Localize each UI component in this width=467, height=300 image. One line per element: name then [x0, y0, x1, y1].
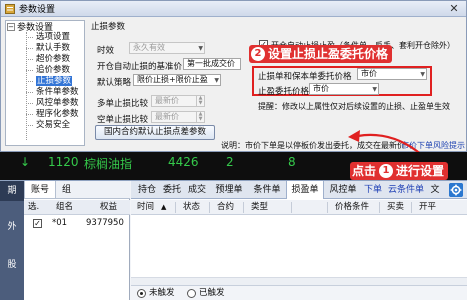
chevron-down-icon: ▼: [198, 45, 203, 52]
step-number: 1: [379, 164, 394, 178]
chevron-down-icon: ▼: [214, 77, 219, 84]
tab-risk-control[interactable]: 风控单: [325, 181, 361, 199]
multi-compare-label: 多单止损比较: [97, 99, 149, 109]
tree-item-options[interactable]: 选项设置: [6, 32, 84, 43]
callout-text: 进行设置: [396, 163, 445, 178]
spinner-icon: ▲ ▼: [196, 112, 204, 122]
radio-untriggered[interactable]: [137, 289, 146, 298]
table-row[interactable]: ✓ *01 9377950: [24, 216, 130, 231]
tree-item-default-lots[interactable]: 默认手数: [6, 43, 84, 54]
tp-order-label: 止盈委托价格: [258, 87, 310, 97]
radio-triggered[interactable]: [187, 289, 196, 298]
spinner-icon: ▲ ▼: [196, 96, 204, 106]
callout-step-1: 点击 1 进行设置: [350, 162, 449, 180]
tab-more[interactable]: 文: [429, 181, 441, 199]
tab-stock[interactable]: 股: [0, 255, 24, 275]
tp-order-select[interactable]: 市价 ▼: [309, 83, 379, 95]
tab-place-order[interactable]: 下单: [362, 181, 384, 199]
short-compare-label: 空单止损比较: [97, 115, 149, 125]
col-price-condition: 价格条件: [335, 202, 370, 212]
tab-account[interactable]: 账号: [24, 181, 57, 198]
benchmark-select[interactable]: 第一批成交价: [183, 58, 241, 70]
trade-panel: 期 外 股 账号 组 选. 组名 权益 ✓ *01 9377950 持仓 委托 …: [0, 162, 467, 300]
order-tabs: 持仓 委托 成交 预埋单 条件单 损盈单 风控单 下单 云条件单 文: [131, 181, 467, 199]
row-name: *01: [52, 218, 68, 228]
chevron-down-icon: ▼: [420, 71, 425, 78]
multi-compare-select[interactable]: 最新价 ▲ ▼: [151, 95, 205, 107]
col-status: 状态: [183, 202, 201, 212]
callout-step-2: 2 设置止损止盈委托价格: [249, 45, 393, 63]
ticker-change: 2: [226, 155, 234, 169]
tree-item-chase-price[interactable]: 追价参数: [6, 65, 84, 76]
col-type: 类型: [251, 202, 269, 212]
benchmark-label: 开仓自动止损的基准价: [97, 62, 183, 72]
row-equity: 9377950: [86, 218, 124, 228]
trigger-filter: 未触发 已触发: [131, 285, 467, 300]
gear-icon[interactable]: [449, 183, 463, 197]
vertical-tabs: 期 外 股: [0, 181, 24, 300]
tab-futures[interactable]: 期: [0, 181, 24, 201]
col-select: 选.: [28, 202, 40, 212]
sort-icon[interactable]: ▲: [161, 200, 166, 215]
timeliness-select[interactable]: 永久有效 ▼: [129, 42, 205, 54]
chevron-down-icon: ▼: [372, 86, 377, 93]
col-group-name: 组名: [56, 202, 74, 212]
radio-triggered-label: 已触发: [199, 288, 225, 298]
tab-fills[interactable]: 成交: [185, 181, 209, 199]
hint-text: 提醒：修改以上属性仅对后续设置的止损、止盈单生效: [258, 102, 450, 111]
settings-icon: [5, 3, 15, 14]
timeliness-label: 时效: [97, 46, 115, 56]
account-header: 选. 组名 权益: [24, 200, 130, 215]
radio-untriggered-label: 未触发: [149, 288, 175, 298]
sl-order-select[interactable]: 市价 ▼: [357, 68, 427, 80]
callout-prefix: 点击: [352, 163, 377, 178]
tab-positions[interactable]: 持仓: [135, 181, 159, 199]
step-number: 2: [251, 47, 265, 61]
tree-item-risk-control[interactable]: 风控单参数: [6, 98, 84, 109]
domestic-contract-button[interactable]: 国内合约默认止损点差参数: [95, 125, 215, 140]
dialog-titlebar: 参数设置 ✕: [1, 1, 466, 17]
tab-foreign[interactable]: 外: [0, 217, 24, 237]
settings-tree: − 参数设置 选项设置 默认手数 超价参数 追价参数 止损参数 条件单参数 风控…: [5, 20, 85, 146]
section-title: 止损参数: [91, 22, 126, 32]
col-buy-sell: 买卖: [387, 202, 405, 212]
tab-stop-profit[interactable]: 损盈单: [286, 181, 324, 199]
account-tabs: 账号 组: [24, 181, 130, 199]
tree-item-programmatic[interactable]: 程序化参数: [6, 109, 84, 120]
ticker-arrow: ↓: [20, 155, 31, 169]
ticker-volume: 8: [288, 155, 296, 169]
tree-item-over-price[interactable]: 超价参数: [6, 54, 84, 65]
tab-group[interactable]: 组: [56, 181, 77, 198]
col-time: 时间: [137, 202, 155, 212]
tab-orders[interactable]: 委托: [160, 181, 184, 199]
col-open-close: 开平: [419, 202, 437, 212]
ticker-value: 1120: [48, 155, 79, 169]
tree-item-security[interactable]: 交易安全: [6, 120, 84, 131]
collapse-icon[interactable]: −: [7, 22, 15, 31]
tab-pre-orders[interactable]: 预埋单: [211, 181, 247, 199]
row-checkbox[interactable]: ✓: [33, 219, 42, 228]
default-strategy-label: 默认策略: [97, 78, 132, 88]
tab-conditional[interactable]: 条件单: [249, 181, 285, 199]
orders-header: 时间 ▲ 状态 合约 类型 价格条件 买卖 开平: [131, 200, 467, 215]
callout-text: 设置止损止盈委托价格: [268, 46, 389, 61]
close-icon[interactable]: ✕: [448, 3, 460, 15]
ticker-price: 4426: [168, 155, 199, 169]
col-equity: 权益: [100, 202, 118, 212]
account-panel: 账号 组 选. 组名 权益 ✓ *01 9377950: [24, 181, 130, 300]
orders-panel: 持仓 委托 成交 预埋单 条件单 损盈单 风控单 下单 云条件单 文 时间 ▲ …: [131, 181, 467, 300]
default-strategy-select[interactable]: 限价止损+限价止盈 ▼: [133, 74, 221, 86]
tree-root[interactable]: − 参数设置: [6, 21, 84, 33]
tab-cloud-conditional[interactable]: 云条件单: [384, 181, 428, 199]
col-contract: 合约: [217, 202, 235, 212]
tree-item-stop-loss[interactable]: 止损参数: [6, 76, 84, 87]
ticker-symbol: 棕榈油指: [84, 157, 133, 171]
short-compare-select[interactable]: 最新价 ▲ ▼: [151, 111, 205, 123]
sl-order-label: 止损单和保本单委托价格: [258, 72, 352, 82]
tree-item-conditional[interactable]: 条件单参数: [6, 87, 84, 98]
horizontal-scrollbar[interactable]: [131, 277, 467, 285]
dialog-title: 参数设置: [19, 5, 56, 15]
